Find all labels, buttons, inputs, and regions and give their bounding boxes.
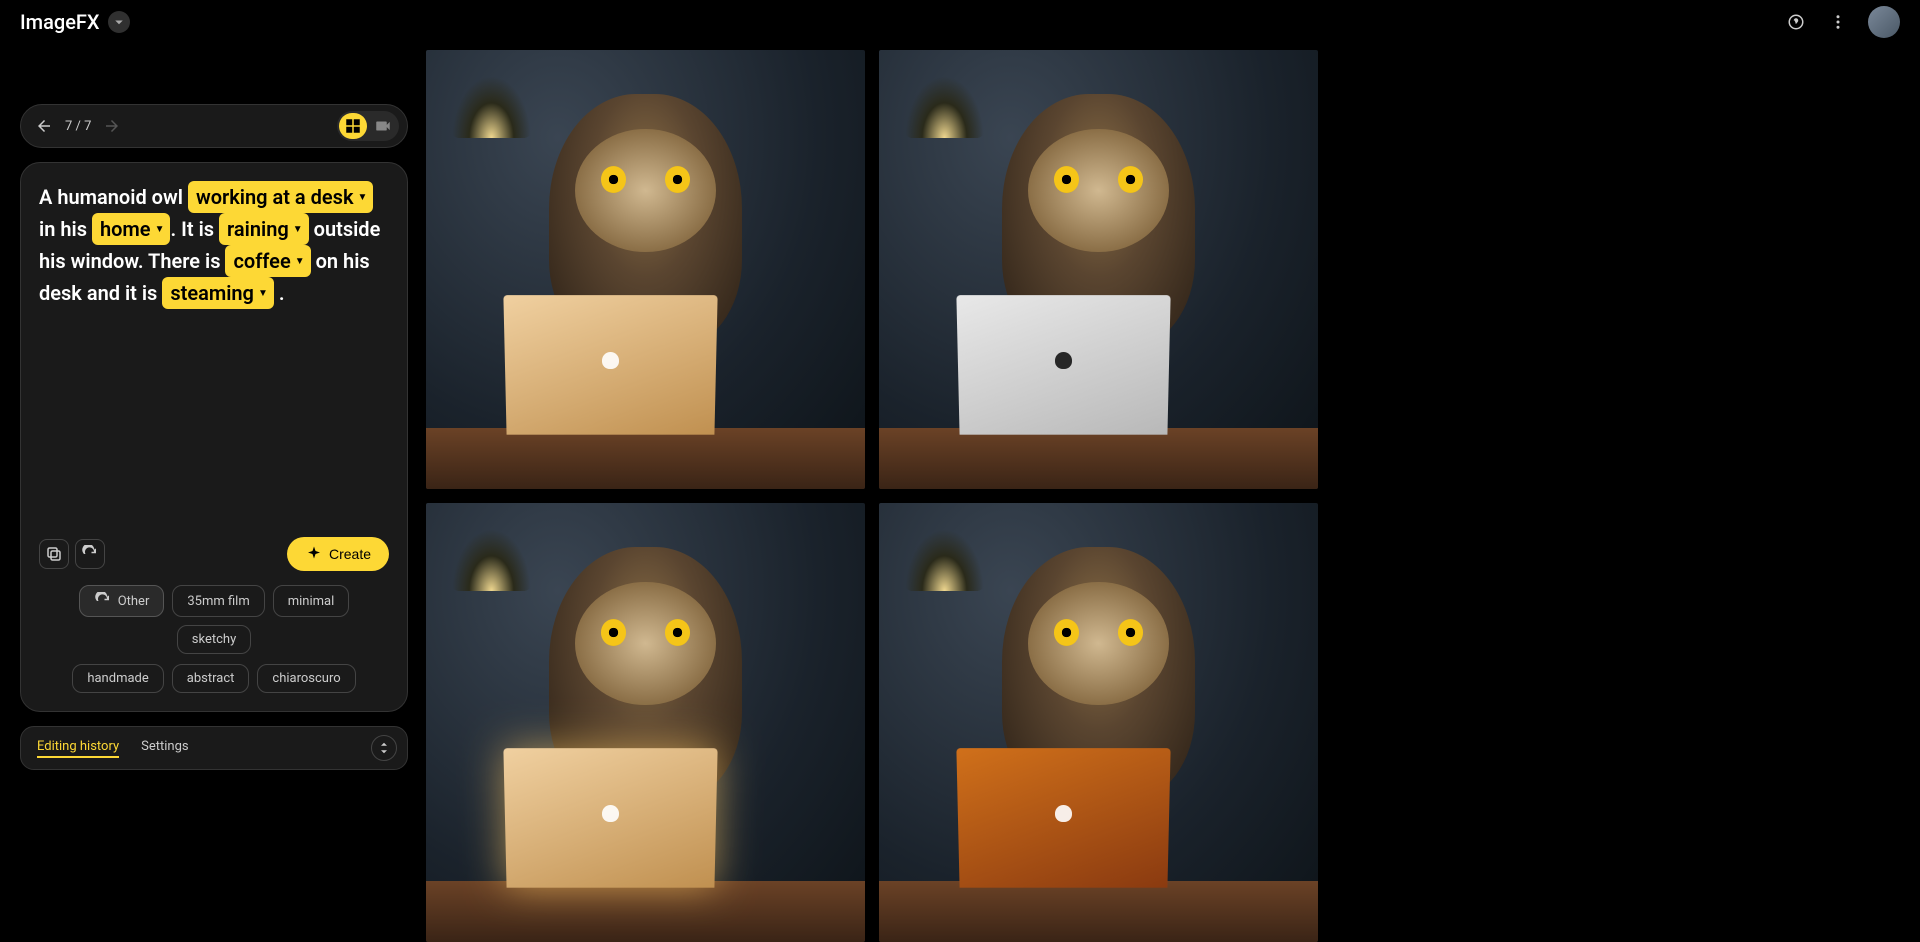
topbar-actions xyxy=(1784,6,1900,38)
chevron-down-icon: ▼ xyxy=(358,190,368,205)
avatar[interactable] xyxy=(1868,6,1900,38)
app-name: ImageFX xyxy=(20,10,100,34)
video-view-button[interactable] xyxy=(369,113,397,139)
generated-image-2[interactable] xyxy=(879,50,1318,489)
style-section: Other 35mm film minimal sketchy handmade… xyxy=(39,585,389,693)
style-row-2: handmade abstract chiaroscuro xyxy=(39,664,389,693)
copy-icon xyxy=(45,545,63,563)
app-dropdown[interactable] xyxy=(108,11,130,33)
copy-button[interactable] xyxy=(39,539,69,569)
refresh-button[interactable] xyxy=(75,539,105,569)
prompt-segment: A humanoid owl xyxy=(39,185,188,209)
chevron-down-icon: ▼ xyxy=(293,222,303,237)
prompt-chip-steaming[interactable]: steaming▼ xyxy=(162,277,274,309)
tab-settings[interactable]: Settings xyxy=(141,739,188,758)
more-vert-icon xyxy=(1829,13,1847,31)
tab-editing-history[interactable]: Editing history xyxy=(37,739,119,758)
prompt-actions: Create xyxy=(39,537,389,571)
history-nav: 7 / 7 xyxy=(20,104,408,148)
generated-image-3[interactable] xyxy=(426,503,865,942)
top-bar: ImageFX xyxy=(0,0,1920,44)
style-chip[interactable]: sketchy xyxy=(177,625,251,654)
prompt-chip-coffee[interactable]: coffee▼ xyxy=(225,245,310,277)
sparkle-icon xyxy=(305,545,323,563)
more-button[interactable] xyxy=(1826,10,1850,34)
view-toggle xyxy=(337,111,399,141)
refresh-icon xyxy=(94,592,112,610)
style-row-1: Other 35mm film minimal sketchy xyxy=(39,585,389,654)
unfold-icon xyxy=(375,739,393,757)
arrow-right-icon xyxy=(103,117,121,135)
left-panel: 7 / 7 A humanoid owl working at a desk▼ … xyxy=(20,44,408,937)
arrow-left-icon xyxy=(35,117,53,135)
chevron-down-icon xyxy=(110,13,128,31)
prompt-chip-home[interactable]: home▼ xyxy=(92,213,171,245)
video-icon xyxy=(374,117,392,135)
chevron-down-icon: ▼ xyxy=(155,222,165,237)
grid-icon xyxy=(344,117,362,135)
chevron-down-icon: ▼ xyxy=(258,286,268,301)
prompt-text[interactable]: A humanoid owl working at a desk▼ in his… xyxy=(39,181,389,525)
generated-image-4[interactable] xyxy=(879,503,1318,942)
prompt-chip-raining[interactable]: raining▼ xyxy=(219,213,309,245)
prev-button[interactable] xyxy=(35,117,53,135)
grid-view-button[interactable] xyxy=(339,113,367,139)
tabs-left: Editing history Settings xyxy=(37,739,189,758)
style-chip[interactable]: minimal xyxy=(273,585,350,617)
nav-left: 7 / 7 xyxy=(35,117,121,135)
chevron-down-icon: ▼ xyxy=(295,254,305,269)
style-chip-other[interactable]: Other xyxy=(79,585,165,617)
prompt-segment: . xyxy=(274,281,285,305)
style-chip[interactable]: chiaroscuro xyxy=(257,664,355,693)
style-chip[interactable]: handmade xyxy=(72,664,163,693)
bottom-tabs: Editing history Settings xyxy=(20,726,408,770)
main-content: 7 / 7 A humanoid owl working at a desk▼ … xyxy=(0,44,1920,937)
style-chip[interactable]: abstract xyxy=(172,664,250,693)
help-button[interactable] xyxy=(1784,10,1808,34)
generated-image-1[interactable] xyxy=(426,50,865,489)
next-button[interactable] xyxy=(103,117,121,135)
create-button[interactable]: Create xyxy=(287,537,389,571)
prompt-segment: . It is xyxy=(170,217,219,241)
prompt-action-left xyxy=(39,539,105,569)
prompt-segment: in his xyxy=(39,217,92,241)
style-chip[interactable]: 35mm film xyxy=(172,585,264,617)
logo-area: ImageFX xyxy=(20,10,130,34)
help-icon xyxy=(1787,13,1805,31)
nav-counter: 7 / 7 xyxy=(65,119,91,134)
tabs-expand-button[interactable] xyxy=(371,735,397,761)
refresh-icon xyxy=(81,545,99,563)
prompt-chip-working[interactable]: working at a desk▼ xyxy=(188,181,373,213)
image-grid xyxy=(426,50,1318,942)
prompt-card: A humanoid owl working at a desk▼ in his… xyxy=(20,162,408,712)
